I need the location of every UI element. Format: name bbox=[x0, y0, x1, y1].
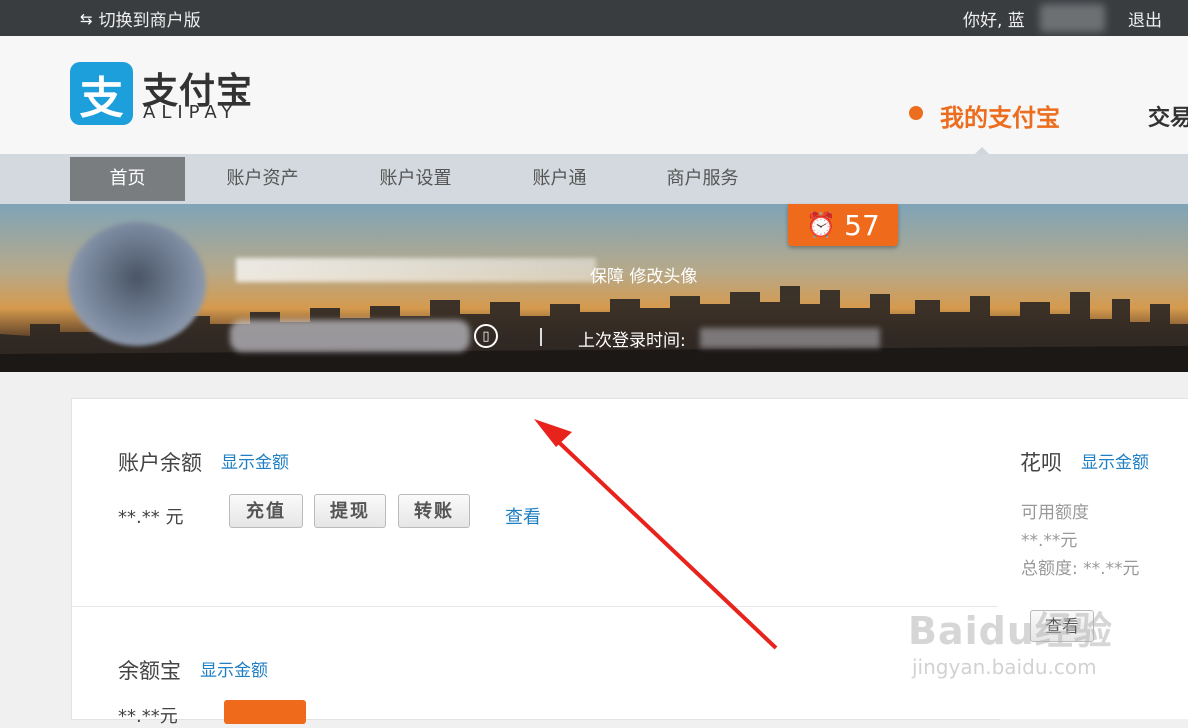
nav-item-home[interactable]: 首页 bbox=[70, 157, 185, 201]
logo-text-en: ALIPAY bbox=[143, 102, 239, 123]
transfer-button[interactable]: 转账 bbox=[398, 494, 470, 528]
alarm-badge[interactable]: ⏰ 57 bbox=[788, 204, 898, 246]
yuebao-title: 余额宝 bbox=[118, 659, 181, 683]
huabei-title: 花呗 bbox=[1020, 451, 1062, 475]
nav-item-settings[interactable]: 账户设置 bbox=[358, 157, 473, 201]
alarm-count: 57 bbox=[844, 208, 880, 242]
baidu-watermark-url: jingyan.baidu.com bbox=[912, 655, 1097, 679]
balance-view-link[interactable]: 查看 bbox=[505, 503, 541, 529]
active-dot-icon bbox=[909, 106, 923, 120]
last-login-time-redacted bbox=[700, 328, 880, 348]
section-divider bbox=[71, 606, 998, 607]
logout-link[interactable]: 退出 bbox=[1128, 6, 1162, 31]
trade-tab[interactable]: 交易 bbox=[1148, 100, 1188, 132]
alarm-clock-icon: ⏰ bbox=[806, 211, 837, 239]
switch-merchant-label: 切换到商户版 bbox=[98, 11, 201, 31]
alipay-logo-icon[interactable]: 支 bbox=[70, 62, 133, 125]
yuebao-show-amount-link[interactable]: 显示金额 bbox=[200, 656, 268, 681]
nav-item-account-pass[interactable]: 账户通 bbox=[502, 157, 617, 201]
switch-merchant-link[interactable]: ⇆ 切换到商户版 bbox=[80, 6, 201, 32]
balance-show-amount-link[interactable]: 显示金额 bbox=[221, 448, 289, 473]
balance-amount: **.** 元 bbox=[118, 507, 184, 528]
edit-avatar-link[interactable]: 保障 修改头像 bbox=[590, 262, 697, 287]
my-alipay-tab[interactable]: 我的支付宝 bbox=[940, 98, 1060, 133]
huabei-total-label: 总额度: **.**元 bbox=[1021, 559, 1140, 579]
nav-item-merchant[interactable]: 商户服务 bbox=[645, 157, 760, 201]
huabei-available-amount: **.**元 bbox=[1021, 531, 1078, 551]
avatar[interactable] bbox=[68, 222, 206, 346]
tab-pointer-icon bbox=[975, 147, 989, 154]
balance-title: 账户余额 bbox=[118, 451, 202, 475]
yuebao-amount: **.**元 bbox=[118, 706, 178, 727]
huabei-available-label: 可用额度 bbox=[1021, 503, 1089, 523]
withdraw-button[interactable]: 提现 bbox=[314, 494, 386, 528]
divider bbox=[540, 328, 542, 346]
username-redacted bbox=[1040, 4, 1105, 32]
huabei-show-amount-link[interactable]: 显示金额 bbox=[1081, 448, 1149, 473]
account-name-redacted bbox=[236, 258, 596, 282]
last-login-label: 上次登录时间: bbox=[578, 331, 686, 351]
switch-arrows-icon: ⇆ bbox=[80, 9, 93, 28]
recharge-button[interactable]: 充值 bbox=[229, 494, 303, 528]
baidu-watermark: Baidu经验 bbox=[908, 609, 1113, 653]
greeting-text: 你好, 蓝 bbox=[963, 11, 1025, 31]
nav-item-assets[interactable]: 账户资产 bbox=[205, 157, 320, 201]
phone-icon[interactable]: ▯ bbox=[474, 324, 498, 348]
account-id-redacted bbox=[230, 320, 470, 352]
yuebao-action-button[interactable] bbox=[224, 700, 306, 724]
